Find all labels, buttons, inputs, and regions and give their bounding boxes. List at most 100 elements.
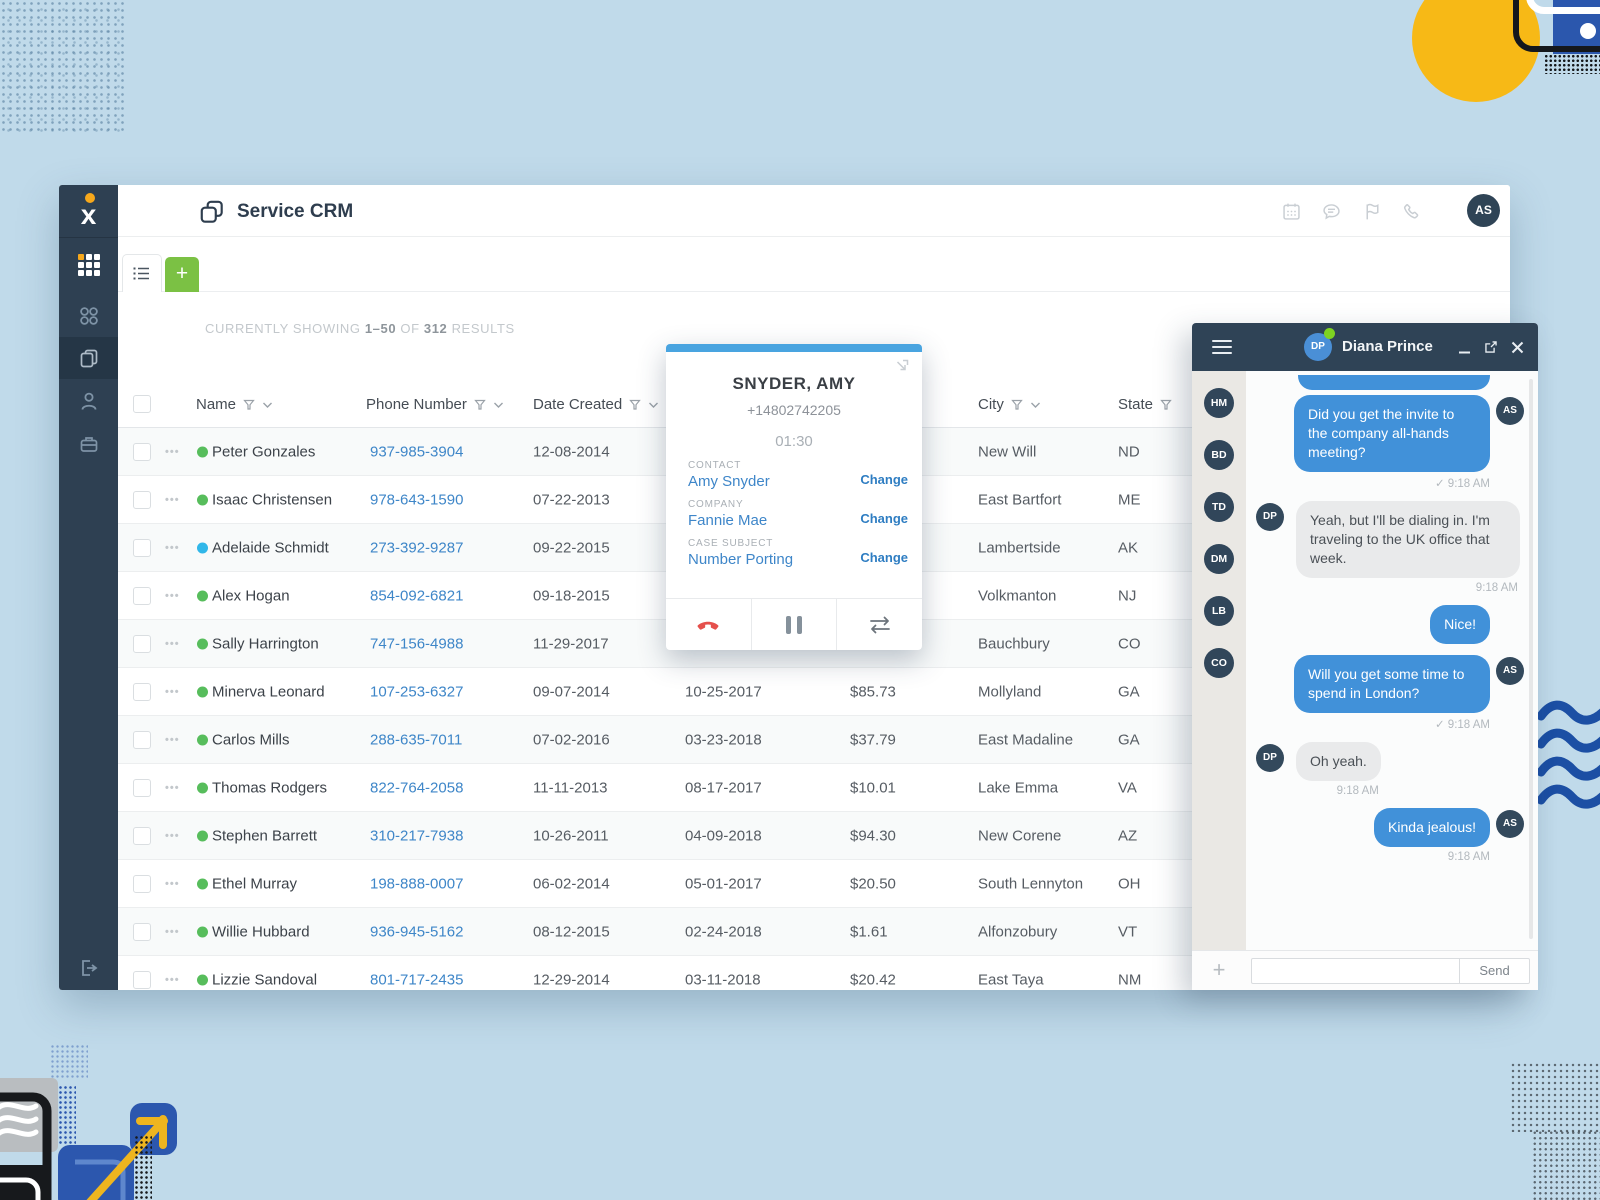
row-menu-icon[interactable]: ••• (165, 830, 180, 842)
phone-number-link[interactable]: 854-092-6821 (370, 587, 463, 604)
sidebar-item-cases[interactable] (59, 423, 118, 465)
contact-name-link[interactable]: Carlos Mills (212, 731, 290, 748)
row-menu-icon[interactable]: ••• (165, 590, 180, 602)
row-checkbox[interactable] (133, 539, 151, 557)
row-checkbox[interactable] (133, 587, 151, 605)
attach-plus-icon[interactable]: + (1206, 955, 1232, 985)
filter-icon[interactable] (629, 399, 641, 411)
nextiva-logo[interactable]: x (59, 185, 118, 238)
tab-list-view[interactable] (122, 254, 162, 292)
tab-add-new[interactable]: + (165, 257, 199, 292)
row-checkbox[interactable] (133, 875, 151, 893)
row-menu-icon[interactable]: ••• (165, 542, 180, 554)
phone-number-link[interactable]: 936-945-5162 (370, 923, 463, 940)
column-header-city[interactable]: City (978, 381, 1041, 428)
phone-number-link[interactable]: 822-764-2058 (370, 779, 463, 796)
sidebar-item-apps[interactable] (59, 295, 118, 337)
row-menu-icon[interactable]: ••• (165, 878, 180, 890)
contact-name-link[interactable]: Ethel Murray (212, 875, 297, 892)
contact-name-link[interactable]: Alex Hogan (212, 587, 290, 604)
state-cell: VT (1118, 923, 1137, 940)
row-checkbox[interactable] (133, 635, 151, 653)
send-button[interactable]: Send (1459, 959, 1529, 983)
change-link[interactable]: Change (860, 550, 908, 565)
column-header-date-created[interactable]: Date Created (533, 381, 659, 428)
message-line: Did you get the invite to the company al… (1294, 395, 1524, 472)
change-link[interactable]: Change (860, 472, 908, 487)
row-checkbox[interactable] (133, 971, 151, 989)
filter-icon[interactable] (474, 399, 486, 411)
contact-name-link[interactable]: Peter Gonzales (212, 443, 315, 460)
phone-number-link[interactable]: 288-635-7011 (370, 731, 462, 748)
contact-name-link[interactable]: Adelaide Schmidt (212, 539, 329, 556)
phone-number-link[interactable]: 937-985-3904 (370, 443, 463, 460)
phone-number-link[interactable]: 978-643-1590 (370, 491, 463, 508)
sidebar-item-records[interactable] (59, 337, 118, 379)
chevron-down-icon[interactable] (648, 401, 659, 409)
row-menu-icon[interactable]: ••• (165, 494, 180, 506)
chat-contact-avatar[interactable]: CO (1204, 648, 1234, 678)
contact-name-link[interactable]: Willie Hubbard (212, 923, 310, 940)
user-avatar[interactable]: AS (1467, 194, 1500, 227)
row-checkbox[interactable] (133, 491, 151, 509)
filter-icon[interactable] (1011, 399, 1023, 411)
popout-icon[interactable] (1484, 340, 1498, 354)
row-checkbox[interactable] (133, 731, 151, 749)
change-link[interactable]: Change (860, 511, 908, 526)
contact-name-link[interactable]: Isaac Christensen (212, 491, 332, 508)
row-menu-icon[interactable]: ••• (165, 446, 180, 458)
column-header-state[interactable]: State (1118, 381, 1172, 428)
calendar-icon[interactable] (1281, 201, 1302, 222)
row-menu-icon[interactable]: ••• (165, 926, 180, 938)
column-header-name[interactable]: Name (196, 381, 273, 428)
sidebar-item-contacts[interactable] (59, 380, 118, 422)
chat-contact-avatar[interactable]: HM (1204, 388, 1234, 418)
menu-icon[interactable] (1212, 340, 1232, 358)
row-menu-icon[interactable]: ••• (165, 686, 180, 698)
chat-contact-avatar[interactable]: LB (1204, 596, 1234, 626)
chat-contact-avatar[interactable]: TD (1204, 492, 1234, 522)
sidebar-item-logout[interactable] (59, 947, 118, 989)
chevron-down-icon[interactable] (493, 401, 504, 409)
flag-icon[interactable] (1362, 201, 1383, 222)
phone-icon[interactable] (1401, 201, 1422, 222)
contact-name-link[interactable]: Thomas Rodgers (212, 779, 327, 796)
row-checkbox[interactable] (133, 683, 151, 701)
row-checkbox[interactable] (133, 779, 151, 797)
contact-name-link[interactable]: Lizzie Sandoval (212, 971, 317, 988)
phone-number-link[interactable]: 747-156-4988 (370, 635, 463, 652)
row-checkbox[interactable] (133, 827, 151, 845)
row-menu-icon[interactable]: ••• (165, 638, 180, 650)
messages-icon[interactable] (1321, 201, 1342, 222)
row-checkbox[interactable] (133, 443, 151, 461)
hangup-button[interactable] (666, 599, 751, 650)
phone-number-link[interactable]: 310-217-7938 (370, 827, 463, 844)
filter-icon[interactable] (1160, 399, 1172, 411)
phone-number-link[interactable]: 273-392-9287 (370, 539, 463, 556)
chevron-down-icon[interactable] (1030, 401, 1041, 409)
chat-contact-avatar[interactable]: DM (1204, 544, 1234, 574)
row-menu-icon[interactable]: ••• (165, 734, 180, 746)
chevron-down-icon[interactable] (262, 401, 273, 409)
select-all-checkbox[interactable] (133, 395, 151, 413)
hold-button[interactable] (751, 599, 837, 650)
phone-number-link[interactable]: 107-253-6327 (370, 683, 463, 700)
sidebar-item-launcher[interactable] (59, 244, 118, 286)
popout-icon[interactable] (894, 358, 910, 374)
close-icon[interactable] (1511, 341, 1524, 354)
contact-name-link[interactable]: Stephen Barrett (212, 827, 317, 844)
row-checkbox[interactable] (133, 923, 151, 941)
phone-number-link[interactable]: 198-888-0007 (370, 875, 463, 892)
chat-contact-avatar[interactable]: BD (1204, 440, 1234, 470)
contact-name-link[interactable]: Minerva Leonard (212, 683, 325, 700)
row-menu-icon[interactable]: ••• (165, 782, 180, 794)
transfer-button[interactable] (836, 599, 922, 650)
contact-name-link[interactable]: Sally Harrington (212, 635, 319, 652)
filter-icon[interactable] (243, 399, 255, 411)
row-menu-icon[interactable]: ••• (165, 974, 180, 986)
chat-input[interactable] (1252, 959, 1459, 983)
chat-scrollbar[interactable] (1529, 379, 1533, 939)
column-header-phone[interactable]: Phone Number (366, 381, 504, 428)
minimize-icon[interactable] (1458, 341, 1471, 354)
phone-number-link[interactable]: 801-717-2435 (370, 971, 463, 988)
